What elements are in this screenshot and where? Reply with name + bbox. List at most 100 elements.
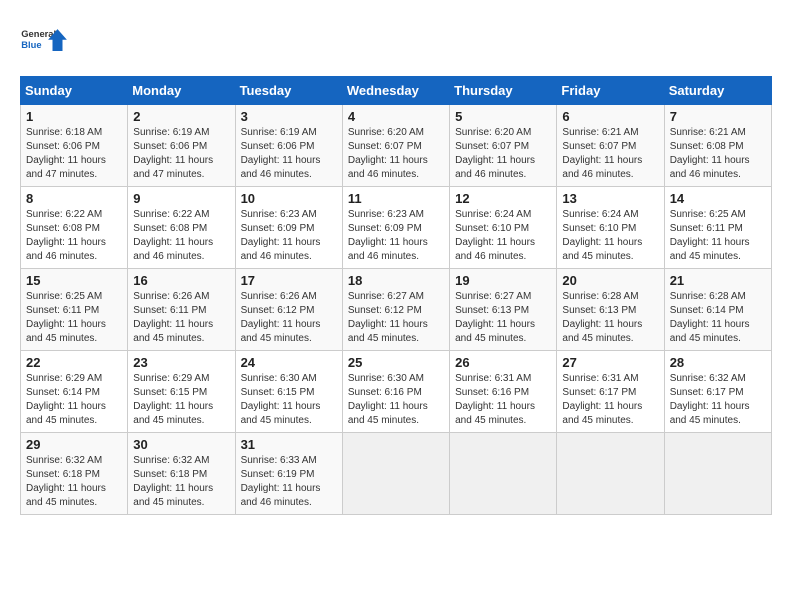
day-header-sunday: Sunday: [21, 77, 128, 105]
day-detail: Sunrise: 6:28 AM Sunset: 6:13 PM Dayligh…: [562, 290, 658, 346]
calendar-week-row: 15 Sunrise: 6:25 AM Sunset: 6:11 PM Dayli…: [21, 269, 772, 351]
calendar-cell: 6 Sunrise: 6:21 AM Sunset: 6:07 PM Daylig…: [557, 105, 664, 187]
day-number: 15: [26, 273, 122, 288]
calendar-cell: 11 Sunrise: 6:23 AM Sunset: 6:09 PM Dayli…: [342, 187, 449, 269]
day-number: 31: [241, 437, 337, 452]
calendar-cell: [664, 433, 771, 515]
day-header-tuesday: Tuesday: [235, 77, 342, 105]
calendar-cell: 8 Sunrise: 6:22 AM Sunset: 6:08 PM Daylig…: [21, 187, 128, 269]
calendar-cell: 1Sunrise: 6:18 AM Sunset: 6:06 PM Daylig…: [21, 105, 128, 187]
day-detail: Sunrise: 6:32 AM Sunset: 6:18 PM Dayligh…: [133, 454, 229, 510]
day-number: 3: [241, 109, 337, 124]
calendar-cell: 15 Sunrise: 6:25 AM Sunset: 6:11 PM Dayli…: [21, 269, 128, 351]
calendar-cell: 19 Sunrise: 6:27 AM Sunset: 6:13 PM Dayli…: [450, 269, 557, 351]
day-number: 11: [348, 191, 444, 206]
calendar-week-row: 22 Sunrise: 6:29 AM Sunset: 6:14 PM Dayli…: [21, 351, 772, 433]
day-detail: Sunrise: 6:24 AM Sunset: 6:10 PM Dayligh…: [455, 208, 551, 264]
calendar-week-row: 29 Sunrise: 6:32 AM Sunset: 6:18 PM Dayli…: [21, 433, 772, 515]
calendar-cell: 13Sunrise: 6:24 AM Sunset: 6:10 PM Dayli…: [557, 187, 664, 269]
day-detail: Sunrise: 6:30 AM Sunset: 6:16 PM Dayligh…: [348, 372, 444, 428]
calendar-cell: 18 Sunrise: 6:27 AM Sunset: 6:12 PM Dayli…: [342, 269, 449, 351]
day-detail: Sunrise: 6:22 AM Sunset: 6:08 PM Dayligh…: [133, 208, 229, 264]
calendar-cell: 30 Sunrise: 6:32 AM Sunset: 6:18 PM Dayli…: [128, 433, 235, 515]
calendar-cell: 2Sunrise: 6:19 AM Sunset: 6:06 PM Daylig…: [128, 105, 235, 187]
calendar-cell: 17Sunrise: 6:26 AM Sunset: 6:12 PM Dayli…: [235, 269, 342, 351]
day-detail: Sunrise: 6:29 AM Sunset: 6:14 PM Dayligh…: [26, 372, 122, 428]
day-number: 22: [26, 355, 122, 370]
day-detail: Sunrise: 6:20 AM Sunset: 6:07 PM Dayligh…: [348, 126, 444, 182]
day-header-thursday: Thursday: [450, 77, 557, 105]
day-detail: Sunrise: 6:21 AM Sunset: 6:07 PM Dayligh…: [562, 126, 658, 182]
day-number: 26: [455, 355, 551, 370]
day-detail: Sunrise: 6:25 AM Sunset: 6:11 PM Dayligh…: [26, 290, 122, 346]
calendar-cell: 20 Sunrise: 6:28 AM Sunset: 6:13 PM Dayli…: [557, 269, 664, 351]
calendar-cell: 31 Sunrise: 6:33 AM Sunset: 6:19 PM Dayli…: [235, 433, 342, 515]
calendar-cell: 23 Sunrise: 6:29 AM Sunset: 6:15 PM Dayli…: [128, 351, 235, 433]
day-detail: Sunrise: 6:27 AM Sunset: 6:12 PM Dayligh…: [348, 290, 444, 346]
day-number: 9: [133, 191, 229, 206]
day-detail: Sunrise: 6:21 AM Sunset: 6:08 PM Dayligh…: [670, 126, 766, 182]
calendar-cell: [342, 433, 449, 515]
day-detail: Sunrise: 6:26 AM Sunset: 6:11 PM Dayligh…: [133, 290, 229, 346]
calendar-cell: 29 Sunrise: 6:32 AM Sunset: 6:18 PM Dayli…: [21, 433, 128, 515]
calendar-cell: 25 Sunrise: 6:30 AM Sunset: 6:16 PM Dayli…: [342, 351, 449, 433]
day-number: 30: [133, 437, 229, 452]
page-header: General Blue: [20, 20, 772, 60]
day-number: 21: [670, 273, 766, 288]
logo: General Blue: [20, 20, 70, 60]
day-number: 23: [133, 355, 229, 370]
day-header-friday: Friday: [557, 77, 664, 105]
calendar-cell: 21 Sunrise: 6:28 AM Sunset: 6:14 PM Dayli…: [664, 269, 771, 351]
day-number: 27: [562, 355, 658, 370]
day-detail: Sunrise: 6:19 AM Sunset: 6:06 PM Dayligh…: [241, 126, 337, 182]
day-number: 12: [455, 191, 551, 206]
day-number: 5: [455, 109, 551, 124]
day-detail: Sunrise: 6:29 AM Sunset: 6:15 PM Dayligh…: [133, 372, 229, 428]
day-number: 20: [562, 273, 658, 288]
day-detail: Sunrise: 6:33 AM Sunset: 6:19 PM Dayligh…: [241, 454, 337, 510]
calendar-cell: 24 Sunrise: 6:30 AM Sunset: 6:15 PM Dayli…: [235, 351, 342, 433]
day-detail: Sunrise: 6:23 AM Sunset: 6:09 PM Dayligh…: [348, 208, 444, 264]
day-number: 1: [26, 109, 122, 124]
calendar-cell: 22 Sunrise: 6:29 AM Sunset: 6:14 PM Dayli…: [21, 351, 128, 433]
day-detail: Sunrise: 6:27 AM Sunset: 6:13 PM Dayligh…: [455, 290, 551, 346]
day-number: 16: [133, 273, 229, 288]
day-detail: Sunrise: 6:32 AM Sunset: 6:17 PM Dayligh…: [670, 372, 766, 428]
calendar-table: SundayMondayTuesdayWednesdayThursdayFrid…: [20, 76, 772, 515]
day-detail: Sunrise: 6:28 AM Sunset: 6:14 PM Dayligh…: [670, 290, 766, 346]
day-detail: Sunrise: 6:31 AM Sunset: 6:17 PM Dayligh…: [562, 372, 658, 428]
calendar-cell: 9 Sunrise: 6:22 AM Sunset: 6:08 PM Daylig…: [128, 187, 235, 269]
calendar-cell: 4 Sunrise: 6:20 AM Sunset: 6:07 PM Daylig…: [342, 105, 449, 187]
calendar-week-row: 8 Sunrise: 6:22 AM Sunset: 6:08 PM Daylig…: [21, 187, 772, 269]
day-number: 13: [562, 191, 658, 206]
svg-text:Blue: Blue: [21, 40, 41, 50]
day-number: 8: [26, 191, 122, 206]
day-detail: Sunrise: 6:25 AM Sunset: 6:11 PM Dayligh…: [670, 208, 766, 264]
day-number: 10: [241, 191, 337, 206]
day-number: 6: [562, 109, 658, 124]
day-number: 25: [348, 355, 444, 370]
day-number: 29: [26, 437, 122, 452]
calendar-header-row: SundayMondayTuesdayWednesdayThursdayFrid…: [21, 77, 772, 105]
day-number: 14: [670, 191, 766, 206]
day-number: 19: [455, 273, 551, 288]
day-detail: Sunrise: 6:22 AM Sunset: 6:08 PM Dayligh…: [26, 208, 122, 264]
day-detail: Sunrise: 6:23 AM Sunset: 6:09 PM Dayligh…: [241, 208, 337, 264]
calendar-cell: 16 Sunrise: 6:26 AM Sunset: 6:11 PM Dayli…: [128, 269, 235, 351]
calendar-cell: 27 Sunrise: 6:31 AM Sunset: 6:17 PM Dayli…: [557, 351, 664, 433]
day-header-wednesday: Wednesday: [342, 77, 449, 105]
day-number: 17: [241, 273, 337, 288]
day-number: 4: [348, 109, 444, 124]
day-detail: Sunrise: 6:32 AM Sunset: 6:18 PM Dayligh…: [26, 454, 122, 510]
calendar-cell: 26 Sunrise: 6:31 AM Sunset: 6:16 PM Dayli…: [450, 351, 557, 433]
day-detail: Sunrise: 6:31 AM Sunset: 6:16 PM Dayligh…: [455, 372, 551, 428]
calendar-cell: [557, 433, 664, 515]
calendar-cell: 12 Sunrise: 6:24 AM Sunset: 6:10 PM Dayli…: [450, 187, 557, 269]
day-number: 24: [241, 355, 337, 370]
day-detail: Sunrise: 6:30 AM Sunset: 6:15 PM Dayligh…: [241, 372, 337, 428]
calendar-week-row: 1Sunrise: 6:18 AM Sunset: 6:06 PM Daylig…: [21, 105, 772, 187]
calendar-cell: 14 Sunrise: 6:25 AM Sunset: 6:11 PM Dayli…: [664, 187, 771, 269]
day-number: 18: [348, 273, 444, 288]
calendar-cell: 28Sunrise: 6:32 AM Sunset: 6:17 PM Dayli…: [664, 351, 771, 433]
day-header-monday: Monday: [128, 77, 235, 105]
